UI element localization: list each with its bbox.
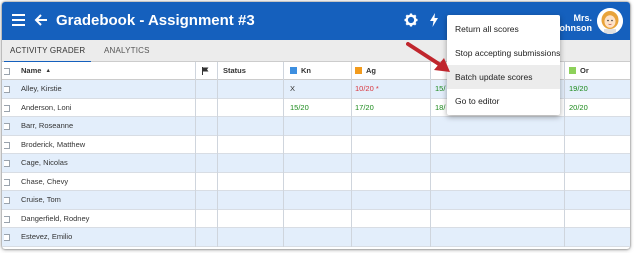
column-divider	[217, 62, 218, 247]
column-divider	[195, 62, 196, 247]
kn-color-square	[290, 67, 297, 74]
student-name: Cage, Nicolas	[21, 158, 68, 167]
row-checkbox[interactable]	[4, 234, 10, 241]
score-cell-kn[interactable]: X	[290, 80, 295, 98]
row-checkbox[interactable]	[4, 141, 10, 149]
tab-analytics[interactable]: ANALYTICS	[104, 40, 150, 62]
back-arrow-icon[interactable]	[33, 11, 49, 29]
table-row[interactable]: Dangerfield, Rodney	[2, 210, 630, 228]
column-divider	[430, 62, 431, 247]
row-checkbox[interactable]	[4, 123, 10, 130]
row-checkbox[interactable]	[4, 178, 10, 186]
column-divider	[283, 62, 284, 247]
tab-activity-grader[interactable]: ACTIVITY GRADER	[3, 40, 92, 63]
student-name: Cruise, Tom	[21, 195, 61, 204]
score-cell-hidden[interactable]: 15/	[435, 80, 445, 98]
table-row[interactable]: Broderick, Matthew	[2, 136, 630, 154]
menu-item-go-to-editor[interactable]: Go to editor	[447, 89, 560, 113]
score-cell-ag[interactable]: 10/20 *	[355, 80, 379, 98]
gear-icon[interactable]	[404, 13, 418, 27]
lightning-bolt-icon[interactable]	[430, 13, 438, 27]
student-name: Alley, Kirstie	[21, 84, 62, 93]
select-all-checkbox[interactable]	[4, 68, 10, 75]
column-header-ag[interactable]: Ag	[355, 62, 376, 80]
row-checkbox[interactable]	[4, 104, 10, 112]
column-header-name-label: Name	[21, 66, 42, 75]
column-header-kn-label: Kn	[301, 66, 311, 75]
column-header-or-label: Or	[580, 66, 589, 75]
ag-color-square	[355, 67, 362, 74]
flag-icon[interactable]	[202, 67, 209, 75]
score-cell-ag[interactable]: 17/20	[355, 99, 374, 117]
student-name: Dangerfield, Rodney	[21, 213, 90, 223]
student-name: Estevez, Emilio	[21, 232, 73, 241]
column-divider	[564, 62, 565, 247]
actions-menu: Return all scores Stop accepting submiss…	[447, 15, 560, 115]
column-header-kn[interactable]: Kn	[290, 62, 311, 80]
student-name: Barr, Roseanne	[21, 121, 74, 130]
page-title: Gradebook - Assignment #3	[56, 12, 255, 29]
annotation-arrow-icon	[406, 42, 450, 72]
table-row[interactable]: Chase, Chevy	[2, 173, 630, 191]
score-cell-hidden[interactable]: 18/	[435, 99, 445, 117]
row-checkbox[interactable]	[4, 197, 10, 204]
or-color-square	[569, 67, 576, 74]
score-cell-or[interactable]: 20/20	[569, 99, 588, 117]
table-row[interactable]: Cage, Nicolas	[2, 154, 630, 173]
table-row[interactable]: Barr, Roseanne	[2, 117, 630, 136]
column-divider	[351, 62, 352, 247]
menu-item-return-all-scores[interactable]: Return all scores	[447, 17, 560, 41]
score-cell-or[interactable]: 19/20	[569, 80, 588, 98]
score-cell-kn[interactable]: 15/20	[290, 99, 309, 117]
table-row[interactable]: Estevez, Emilio	[2, 228, 630, 247]
hamburger-menu-icon[interactable]	[12, 14, 25, 26]
table-row[interactable]: Cruise, Tom	[2, 191, 630, 210]
row-checkbox[interactable]	[4, 86, 10, 93]
row-checkbox[interactable]	[4, 215, 10, 223]
column-header-status[interactable]: Status	[223, 62, 246, 80]
column-header-or[interactable]: Or	[569, 62, 589, 80]
menu-item-stop-accepting-submissions[interactable]: Stop accepting submissions	[447, 41, 560, 65]
student-name: Chase, Chevy	[21, 176, 69, 186]
avatar[interactable]	[597, 8, 623, 34]
row-checkbox[interactable]	[4, 160, 10, 167]
student-name: Broderick, Matthew	[21, 139, 86, 149]
column-header-ag-label: Ag	[366, 66, 376, 75]
app-window: Gradebook - Assignment #3 Mrs. Johnson A…	[2, 2, 630, 249]
menu-item-batch-update-scores[interactable]: Batch update scores	[447, 65, 560, 89]
column-header-name[interactable]: Name ▲	[21, 62, 51, 80]
student-name: Anderson, Loni	[21, 102, 72, 112]
sort-ascending-icon: ▲	[45, 68, 51, 74]
